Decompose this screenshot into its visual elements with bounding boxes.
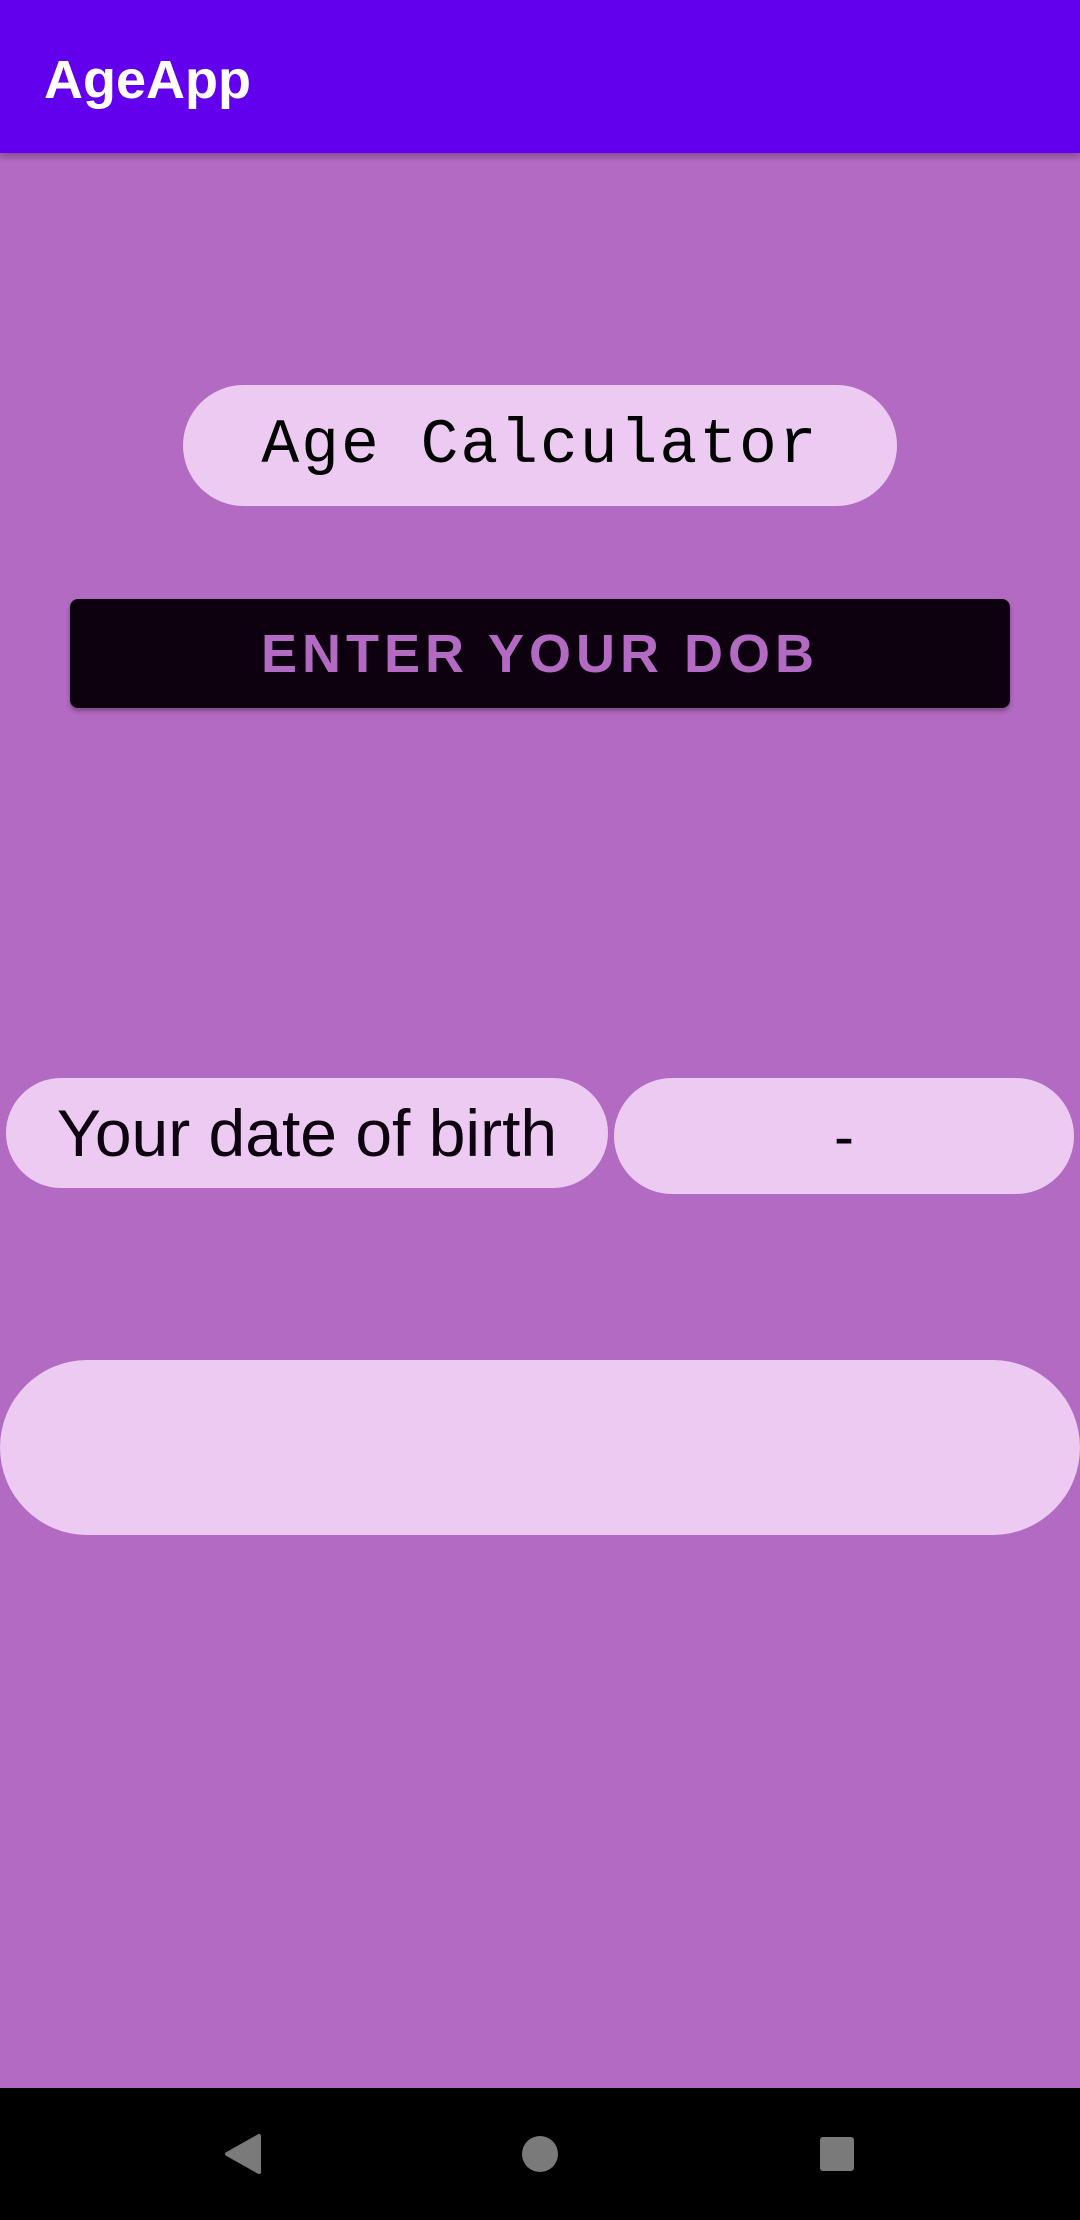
app-title: AgeApp [44, 50, 251, 110]
age-result [0, 1360, 1080, 1535]
page-title: Age Calculator [183, 385, 897, 506]
main-content: Age Calculator ENTER YOUR DOB Your date … [0, 153, 1080, 2088]
recents-icon[interactable] [801, 2118, 873, 2190]
dob-label: Your date of birth [6, 1078, 608, 1188]
system-nav-bar [0, 2088, 1080, 2220]
app-bar: AgeApp [0, 0, 1080, 153]
enter-dob-button[interactable]: ENTER YOUR DOB [70, 599, 1010, 708]
back-icon[interactable] [207, 2118, 279, 2190]
home-icon[interactable] [504, 2118, 576, 2190]
dob-value: - [614, 1078, 1074, 1194]
